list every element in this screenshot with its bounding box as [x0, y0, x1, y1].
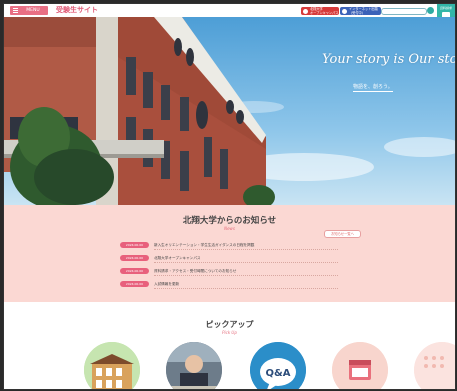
request-materials-label: 資料請求 [439, 6, 452, 10]
news-more-button[interactable]: お知らせ一覧へ [324, 230, 361, 238]
news-date-tag: 2024.00.00 [120, 242, 149, 248]
computer-icon [342, 8, 347, 14]
news-date-tag: 2024.00.00 [120, 268, 149, 274]
news-title: 北翔大学からのお知らせ [182, 216, 277, 226]
news-subtitle: News [224, 226, 235, 231]
open-campus-button[interactable]: 北翔大学 オープンキャンパス [301, 7, 339, 15]
news-item[interactable]: 2024.00.00 資料請求・アクセス・受付時間についてのお知らせ [120, 267, 338, 276]
news-date-tag: 2024.00.00 [120, 255, 149, 261]
news-item-text: 資料請求・アクセス・受付時間についてのお知らせ [154, 269, 237, 273]
header-bar: MENU 受験生サイト 北翔大学 オープンキャンパス インターネット出願 （受付… [4, 4, 455, 17]
open-campus-label: 北翔大学 オープンキャンパス [310, 7, 339, 15]
web-application-label: インターネット出願 （受付中） [349, 7, 378, 15]
qa-label: Q&A [265, 368, 291, 379]
pickup-title: ピックアップ [205, 320, 254, 329]
campus-illustration-icon [84, 342, 140, 389]
lecture-photo-icon [166, 342, 222, 389]
search-icon[interactable] [427, 7, 434, 14]
pickup-calendar-card[interactable] [332, 342, 388, 389]
web-application-button[interactable]: インターネット出願 （受付中） [340, 7, 381, 15]
hero-tagline-sub: 物語を、創ろう。 [353, 84, 393, 92]
hamburger-icon [13, 8, 18, 13]
menu-label: MENU [26, 8, 40, 13]
divider [154, 288, 338, 289]
pickup-subtitle: Pick Up [222, 330, 237, 335]
hero-photo [4, 17, 455, 205]
menu-button[interactable]: MENU [10, 6, 48, 15]
pickup-section: ピックアップ Pick Up Q&A [4, 302, 455, 389]
campus-icon [303, 8, 308, 14]
page-frame: MENU 受験生サイト 北翔大学 オープンキャンパス インターネット出願 （受付… [3, 3, 456, 390]
pickup-qa-card[interactable]: Q&A [250, 342, 306, 389]
news-item[interactable]: 2024.00.00 入試情報を更新 [120, 280, 338, 289]
news-item[interactable]: 2024.00.00 新入生オリエンテーション・学生生活ガイダンスの日程を掲載 [120, 241, 338, 250]
news-section: 北翔大学からのお知らせ News お知らせ一覧へ 2024.00.00 新入生オ… [4, 205, 455, 302]
calendar-icon [332, 342, 388, 389]
news-item[interactable]: 2024.00.00 北翔大学オープンキャンパス [120, 254, 338, 263]
news-date-tag: 2024.00.00 [120, 281, 149, 287]
pickup-lecture-card[interactable] [166, 342, 222, 389]
news-item-text: 入試情報を更新 [154, 282, 180, 286]
news-item-text: 新入生オリエンテーション・学生生活ガイダンスの日程を掲載 [154, 243, 255, 247]
divider [154, 262, 338, 263]
qa-bubble-icon [250, 342, 306, 389]
news-item-text: 北翔大学オープンキャンパス [154, 256, 201, 260]
hero-banner: Your story is Our story 物語を、創ろう。 [4, 17, 455, 205]
pickup-more-card[interactable] [414, 342, 455, 389]
hero-tagline: Your story is Our story [322, 52, 455, 67]
pickup-campus-card[interactable] [84, 342, 140, 389]
divider [154, 275, 338, 276]
divider [154, 249, 338, 250]
search-input[interactable] [381, 8, 427, 15]
dots-pattern-icon [414, 342, 455, 389]
site-title[interactable]: 受験生サイト [56, 6, 98, 15]
